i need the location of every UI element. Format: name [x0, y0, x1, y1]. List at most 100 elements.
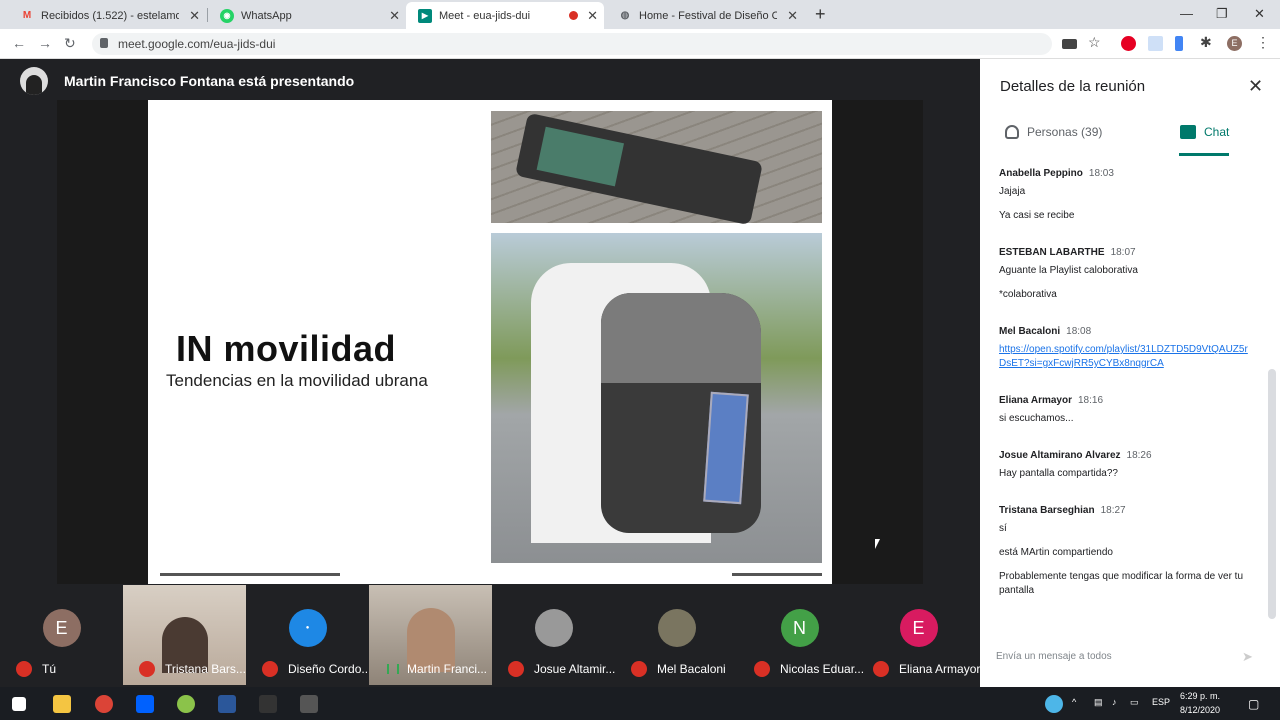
spotify-link[interactable]: https://open.spotify.com/playlist/31LDZT… [999, 343, 1249, 371]
message-author: Josue Altamirano Alvarez [999, 450, 1121, 461]
solar-panel-image [703, 391, 749, 505]
tab-title: Recibidos (1.522) - estelamoisse... [41, 9, 179, 22]
message-text: Aguante la Playlist caloborativa [999, 265, 1138, 276]
forward-icon[interactable]: → [38, 35, 52, 51]
file-explorer-icon[interactable] [53, 695, 71, 713]
participant-tile[interactable]: Josue Altamir... [492, 585, 615, 685]
camera-icon[interactable] [1062, 39, 1077, 49]
presenter-label: Martin Francisco Fontana está presentand… [64, 73, 355, 89]
tab-whatsapp[interactable]: ◉ WhatsApp ✕ [208, 2, 406, 29]
clock-date: 8/12/2020 [1180, 705, 1221, 715]
close-tab-icon[interactable]: ✕ [587, 8, 598, 24]
tab-festival[interactable]: ◍ Home - Festival de Diseño Onlin... ✕ [606, 2, 804, 29]
message-time: 18:26 [1126, 450, 1152, 461]
extension-icon[interactable] [1175, 36, 1183, 51]
message-author: Anabella Peppino [999, 168, 1083, 179]
help-icon[interactable] [1045, 695, 1063, 713]
notifications-icon[interactable]: ▢ [1248, 697, 1259, 711]
backpack-image [601, 293, 761, 533]
avatar: E [42, 609, 81, 647]
minimize-icon[interactable]: — [1180, 6, 1193, 21]
chat-message: Mel Bacaloni 18:08 https://open.spotify.c… [999, 326, 1249, 371]
participant-strip: E Tú Tristana Bars... ● Diseño Cordo... … [0, 585, 980, 687]
mic-off-icon [754, 661, 770, 677]
close-tab-icon[interactable]: ✕ [389, 8, 400, 24]
chat-message: Eliana Armayor 18:16 si escuchamos... [999, 395, 1249, 426]
participant-tile[interactable]: Tristana Bars... [123, 585, 246, 685]
chat-input[interactable]: Envía un mensaje a todos [996, 651, 1216, 662]
chevron-up-icon[interactable]: ^ [1072, 697, 1076, 707]
close-tab-icon[interactable]: ✕ [787, 8, 798, 24]
avatar [534, 609, 573, 647]
app-icon[interactable] [300, 695, 318, 713]
gmail-icon: M [22, 10, 32, 21]
tablet-image [514, 112, 764, 226]
lock-icon [100, 38, 108, 48]
profile-avatar[interactable]: E [1227, 36, 1242, 51]
participant-name: Martin Franci... [407, 662, 488, 676]
app-icon[interactable] [177, 695, 195, 713]
window-close-icon[interactable]: ✕ [1254, 6, 1265, 22]
puzzle-icon[interactable]: ✱ [1200, 34, 1212, 51]
back-icon[interactable]: ← [12, 35, 26, 51]
tab-people-label: Personas (39) [1027, 125, 1103, 139]
maximize-icon[interactable]: ❐ [1216, 6, 1228, 22]
close-panel-icon[interactable]: ✕ [1248, 76, 1263, 97]
participant-tile[interactable]: E Eliana Armayor [857, 585, 980, 685]
message-text: *colaborativa [999, 289, 1057, 300]
tab-people[interactable]: Personas (39) [1005, 125, 1102, 139]
network-icon[interactable]: ▤ [1094, 697, 1103, 708]
close-tab-icon[interactable]: ✕ [189, 8, 200, 24]
windows-start-icon[interactable] [12, 697, 26, 711]
tab-gmail[interactable]: M Recibidos (1.522) - estelamoisse... ✕ [8, 2, 206, 29]
participant-tile[interactable]: N Nicolas Eduar... [738, 585, 865, 685]
participant-name: Nicolas Eduar... [780, 662, 865, 676]
taskbar-clock[interactable]: 6:29 p. m. 8/12/2020 [1180, 689, 1220, 717]
chat-message: ESTEBAN LABARTHE 18:07 Aguante la Playlis… [999, 247, 1249, 302]
menu-icon[interactable]: ⋮ [1256, 34, 1270, 51]
dropbox-icon[interactable] [136, 695, 154, 713]
mic-off-icon [16, 661, 32, 677]
message-author: Tristana Barseghian [999, 505, 1095, 516]
battery-icon[interactable]: ▭ [1130, 697, 1139, 708]
participant-tile[interactable]: Martin Franci... [369, 585, 492, 685]
new-tab-icon[interactable]: + [815, 4, 826, 25]
tab-meet[interactable]: ▶ Meet - eua-jids-dui ✕ [406, 2, 604, 29]
message-author: Eliana Armayor [999, 395, 1072, 406]
send-icon[interactable]: ➤ [1242, 649, 1253, 665]
participant-tile[interactable]: ● Diseño Cordo... [246, 585, 371, 685]
mouse-cursor-icon [875, 539, 880, 549]
chrome-icon[interactable] [95, 695, 113, 713]
message-text: Hay pantalla compartida?? [999, 468, 1118, 479]
tab-chat[interactable]: Chat [1180, 125, 1229, 139]
extension-icon[interactable] [1148, 36, 1163, 51]
clock-time: 6:29 p. m. [1180, 691, 1221, 701]
language-indicator[interactable]: ESP [1152, 697, 1170, 707]
participant-tile[interactable]: Mel Bacaloni [615, 585, 738, 685]
url-field[interactable]: meet.google.com/eua-jids-dui [92, 33, 1052, 55]
meeting-details-panel: Detalles de la reunión ✕ Personas (39) C… [980, 59, 1280, 687]
pinterest-icon[interactable] [1121, 36, 1136, 51]
tab-chat-label: Chat [1204, 125, 1230, 139]
windows-taskbar: ^ ▤ ♪ ▭ ESP 6:29 p. m. 8/12/2020 ▢ [0, 687, 1280, 720]
meet-icon: ▶ [418, 8, 432, 23]
star-icon[interactable]: ☆ [1088, 34, 1101, 51]
slide-subtitle: Tendencias en la movilidad ubrana [166, 371, 428, 390]
address-bar: ← → ↻ meet.google.com/eua-jids-dui ☆ ✱ E… [0, 29, 1280, 59]
message-text: sí [999, 523, 1007, 534]
participant-tile[interactable]: E Tú [0, 585, 123, 685]
globe-icon: ◍ [620, 10, 630, 21]
participant-name: Mel Bacaloni [657, 662, 726, 676]
reload-icon[interactable]: ↻ [64, 35, 76, 52]
mic-off-icon [262, 661, 278, 677]
participant-name: Tú [42, 662, 57, 676]
chat-scrollbar[interactable] [1268, 369, 1276, 619]
mic-off-icon [508, 661, 524, 677]
tablet-case-photo [491, 111, 822, 226]
volume-icon[interactable]: ♪ [1112, 697, 1117, 707]
participant-name: Josue Altamir... [534, 662, 616, 676]
app-icon[interactable] [259, 695, 277, 713]
message-author: ESTEBAN LABARTHE [999, 247, 1105, 258]
word-icon[interactable] [218, 695, 236, 713]
panel-title: Detalles de la reunión [1000, 78, 1146, 95]
